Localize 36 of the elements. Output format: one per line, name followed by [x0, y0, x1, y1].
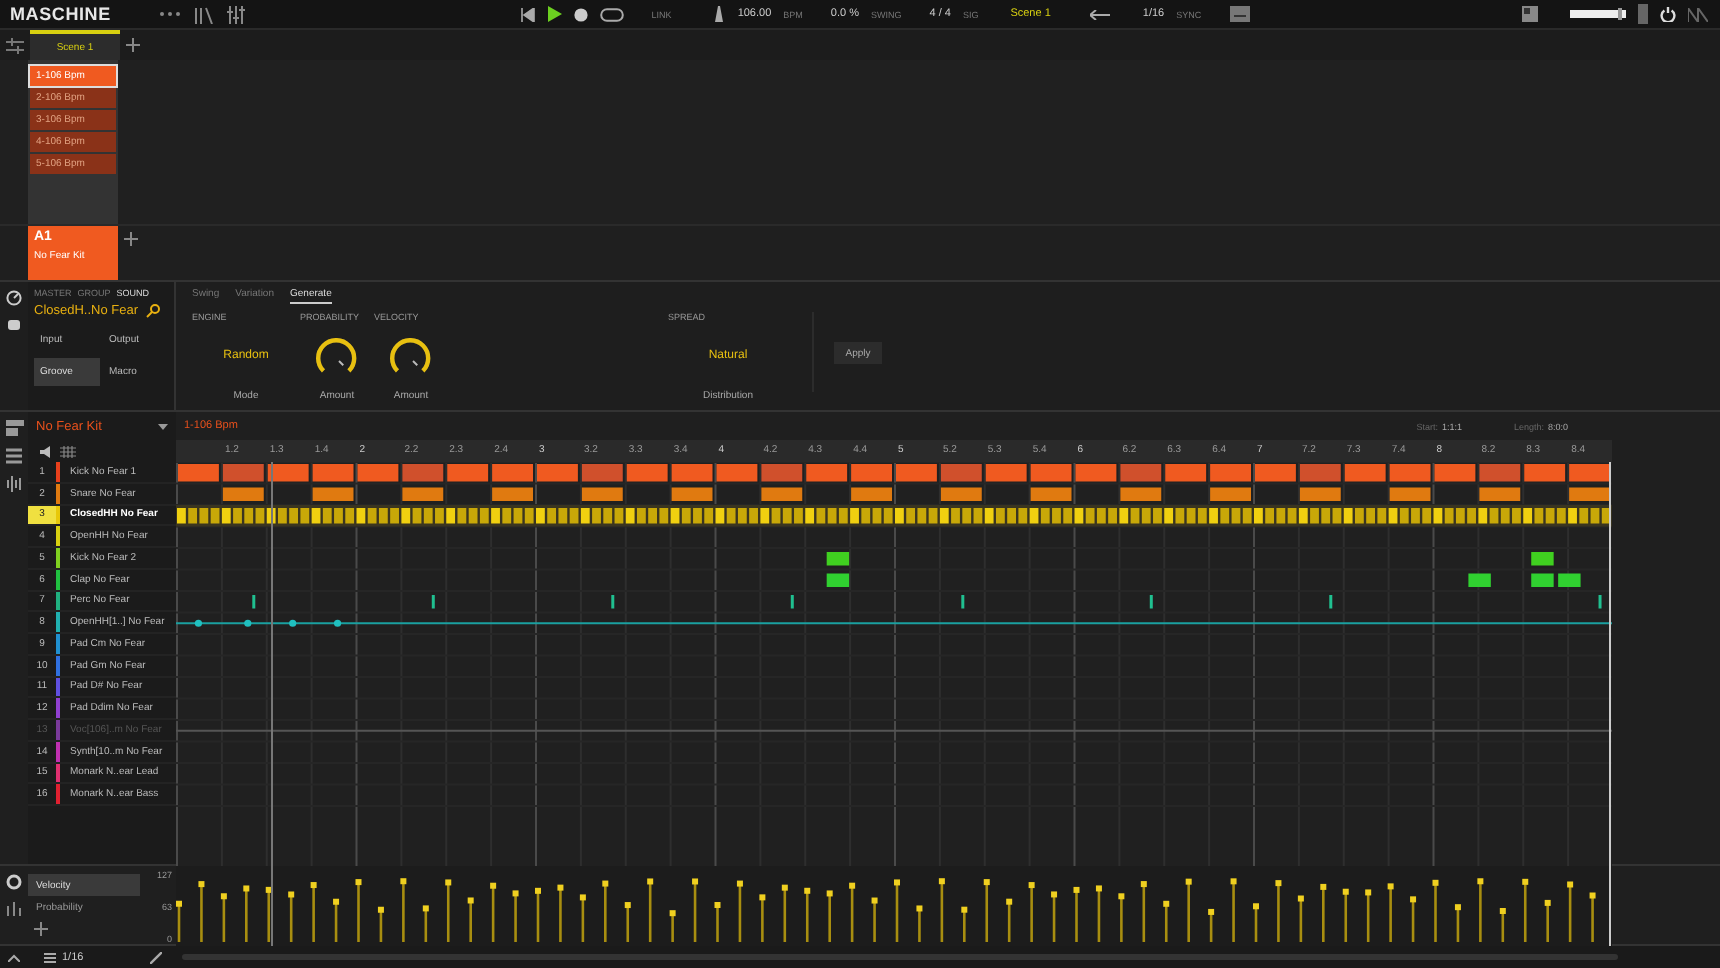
add-icon[interactable] [124, 232, 138, 246]
library-icon[interactable] [194, 5, 215, 23]
panel-icon[interactable] [1522, 6, 1539, 22]
metronome-icon[interactable] [711, 6, 726, 22]
play-icon[interactable] [547, 6, 562, 22]
add-icon[interactable] [34, 922, 48, 936]
bars-icon[interactable] [6, 902, 22, 916]
browser-icon[interactable] [6, 290, 22, 306]
pencil-icon[interactable] [149, 951, 162, 963]
amount-knob[interactable] [390, 338, 432, 374]
skip-back-icon[interactable] [519, 7, 536, 21]
amount-knob[interactable] [316, 338, 358, 374]
power-icon[interactable] [1660, 6, 1677, 22]
loop-icon[interactable] [599, 7, 624, 21]
more-icon[interactable] [158, 6, 183, 22]
pattern-editor-icon[interactable] [5, 420, 23, 436]
grid-icon[interactable] [60, 445, 76, 457]
list-icon[interactable] [6, 448, 22, 464]
volume-slider-icon[interactable] [1570, 8, 1627, 20]
plugin-icon[interactable] [6, 316, 22, 332]
waveform-icon[interactable] [5, 476, 23, 492]
velocity-lane-drawing[interactable] [176, 866, 1612, 946]
note-grid-drawing[interactable] [176, 462, 1612, 866]
app-logo: MASCHINE [10, 4, 111, 24]
grid-menu-icon[interactable] [44, 951, 56, 963]
record-icon[interactable] [573, 7, 588, 21]
arrow-icon[interactable] [1090, 9, 1111, 19]
collapse-icon[interactable] [8, 953, 20, 961]
mixer-icon[interactable] [226, 5, 247, 23]
arrange-icon[interactable] [6, 37, 24, 53]
search-icon[interactable] [146, 304, 161, 318]
add-icon[interactable] [126, 38, 140, 52]
settings-icon[interactable] [6, 874, 22, 890]
dropdown-icon[interactable] [158, 423, 168, 429]
speaker-icon[interactable] [40, 445, 52, 457]
level-meter-icon [1638, 4, 1649, 24]
